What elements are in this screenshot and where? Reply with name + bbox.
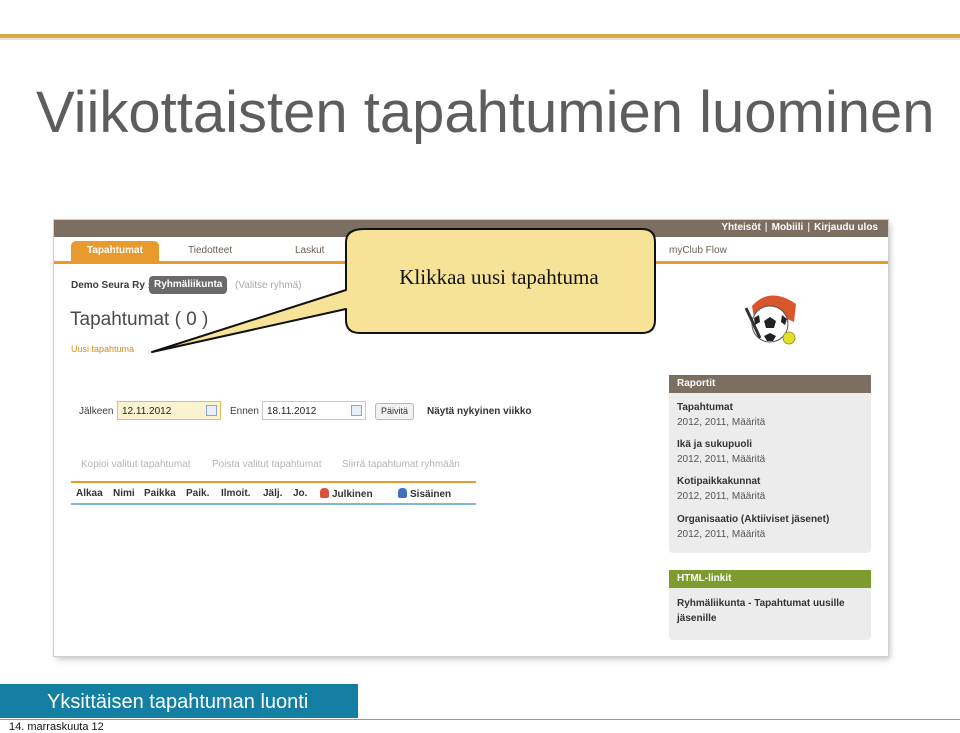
report-organization-title: Organisaatio (Aktiiviset jäsenet) [677, 514, 830, 525]
calendar-icon[interactable] [351, 405, 362, 416]
after-date-value: 12.11.2012 [122, 406, 172, 417]
report-organization-links[interactable]: 2012, 2011, Määritä [677, 529, 765, 540]
top-nav-links: Yhteisöt | Mobiili | Kirjaudu ulos [721, 222, 878, 233]
after-date-input[interactable]: 12.11.2012 [117, 401, 221, 420]
callout-text: Klikkaa uusi tapahtuma [399, 265, 599, 289]
group-button[interactable]: Ryhmäliikunta [149, 276, 228, 294]
slide-title: Viikottaisten tapahtumien luominen [36, 80, 935, 145]
nav-separator: | [807, 222, 811, 233]
reports-header: Raportit [669, 375, 871, 393]
tab-myclub-flow[interactable]: myClub Flow [669, 241, 727, 261]
nav-link-communities[interactable]: Yhteisöt [721, 222, 760, 233]
report-hometown-title: Kotipaikkakunnat [677, 476, 761, 487]
report-hometown-links[interactable]: 2012, 2011, Määritä [677, 491, 765, 502]
person-public-icon [320, 488, 329, 498]
column-internal[interactable]: Sisäinen [398, 488, 451, 500]
column-internal-label: Sisäinen [410, 489, 452, 500]
show-current-week-link[interactable]: Näytä nykyinen viikko [427, 406, 532, 417]
slide-top-accent-line [0, 38, 960, 40]
nav-link-logout[interactable]: Kirjaudu ulos [814, 222, 878, 233]
nav-link-mobile[interactable]: Mobiili [772, 222, 804, 233]
column-start[interactable]: Alkaa [76, 488, 103, 499]
report-events-title: Tapahtumat [677, 402, 733, 413]
person-internal-icon [398, 488, 407, 498]
report-events-links[interactable]: 2012, 2011, Määritä [677, 417, 765, 428]
column-organizer[interactable]: Jo. [293, 488, 307, 499]
footer-title: Yksittäisen tapahtuman luonti [47, 691, 309, 713]
column-queue[interactable]: Jälj. [263, 488, 282, 499]
tennis-ball-shape [782, 331, 796, 345]
top-navigation-bar: Yhteisöt | Mobiili | Kirjaudu ulos [54, 220, 888, 237]
tab-invoices[interactable]: Laskut [295, 241, 324, 261]
html-link-line-2[interactable]: jäsenille [677, 613, 716, 624]
before-date-value: 18.11.2012 [267, 406, 317, 417]
refresh-button[interactable]: Päivitä [375, 403, 415, 420]
calendar-icon[interactable] [206, 405, 217, 416]
before-date-input[interactable]: 18.11.2012 [262, 401, 366, 420]
tab-events[interactable]: Tapahtumat [71, 241, 159, 261]
reports-box: Tapahtumat 2012, 2011, Määritä Ikä ja su… [669, 393, 871, 553]
sports-equipment-icon [744, 295, 796, 345]
breadcrumb-club[interactable]: Demo Seura Ry » [71, 280, 153, 291]
column-registered[interactable]: Ilmoit. [221, 488, 250, 499]
main-tabs: Tapahtumat Tiedotteet Laskut myClub Flow [54, 237, 888, 264]
report-age-gender-title: Ikä ja sukupuoli [677, 439, 753, 450]
before-label: Ennen [230, 406, 259, 417]
nav-separator: | [764, 222, 768, 233]
events-table-header: Alkaa Nimi Paikka Paik. Ilmoit. Jälj. Jo… [71, 481, 476, 505]
after-label: Jälkeen [79, 406, 114, 417]
move-to-group-action[interactable]: Siirrä tapahtumat ryhmään [342, 459, 460, 470]
footer-divider [0, 719, 960, 720]
report-age-gender-links[interactable]: 2012, 2011, Määritä [677, 454, 765, 465]
column-spots[interactable]: Paik. [186, 488, 209, 499]
column-public[interactable]: Julkinen [320, 488, 373, 500]
tab-bulletins[interactable]: Tiedotteet [188, 241, 232, 261]
footer-date: 14. marraskuuta 12 [9, 721, 104, 733]
delete-selected-action[interactable]: Poista valitut tapahtumat [212, 459, 322, 470]
html-link-line-1[interactable]: Ryhmäliikunta - Tapahtumat uusille [677, 598, 845, 609]
page-title: Tapahtumat ( 0 ) [70, 309, 209, 330]
column-name[interactable]: Nimi [113, 488, 135, 499]
html-links-box: Ryhmäliikunta - Tapahtumat uusille jäsen… [669, 588, 871, 640]
column-location[interactable]: Paikka [144, 488, 176, 499]
group-select[interactable]: (Valitse ryhmä) [235, 280, 302, 291]
new-event-link[interactable]: Uusi tapahtuma [71, 344, 134, 354]
html-links-header: HTML-linkit [669, 570, 871, 588]
column-public-label: Julkinen [332, 489, 373, 500]
copy-selected-action[interactable]: Kopioi valitut tapahtumat [81, 459, 191, 470]
